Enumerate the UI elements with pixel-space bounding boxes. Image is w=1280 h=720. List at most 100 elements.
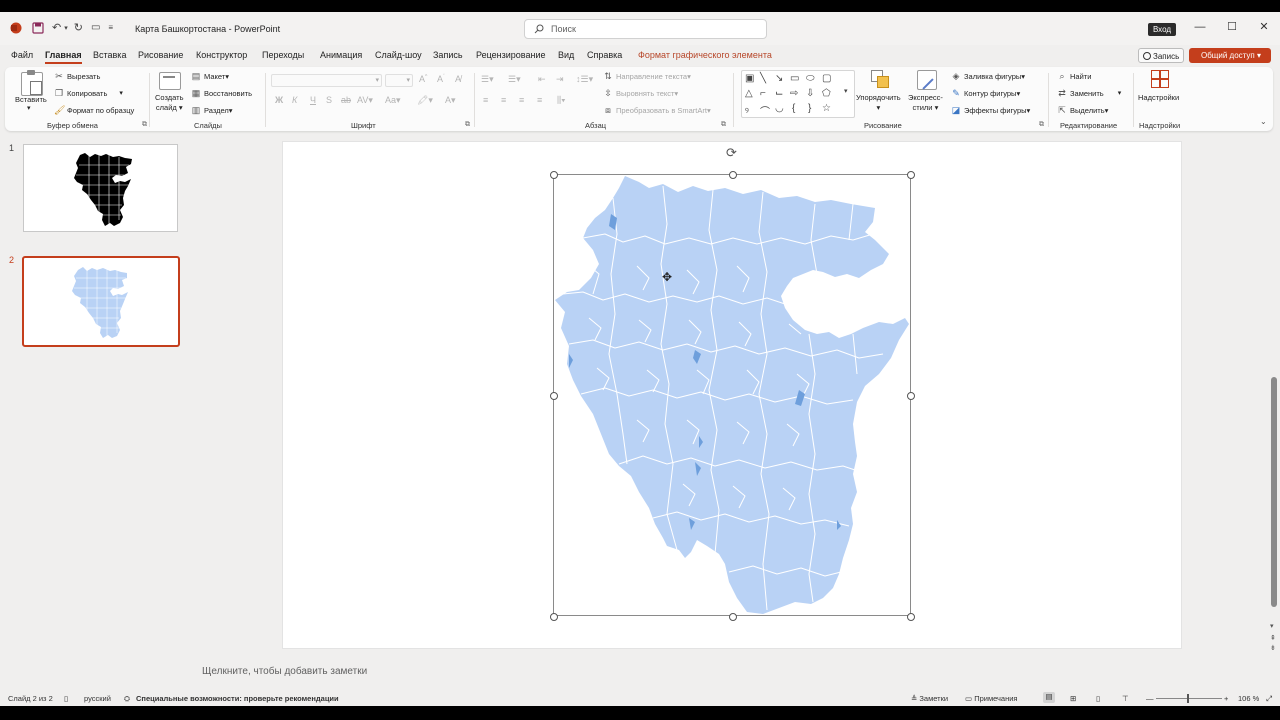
- increase-font-icon[interactable]: A^: [419, 74, 427, 84]
- layout-button[interactable]: ▤ Макет ▾: [191, 71, 229, 81]
- shape-fill-button[interactable]: ◈ Заливка фигуры ▾: [951, 71, 1026, 81]
- notes-toggle[interactable]: ≜ Заметки: [911, 694, 948, 703]
- clipboard-launcher-icon[interactable]: ⧉: [142, 121, 147, 129]
- share-button[interactable]: Общий доступ ▾: [1189, 48, 1271, 63]
- text-direction-button[interactable]: ⇅ Направление текста ▾: [603, 71, 691, 81]
- clear-formatting-icon[interactable]: A̸: [455, 74, 461, 84]
- right-brace-shape-icon[interactable]: }: [808, 103, 811, 114]
- addins-icon[interactable]: [1151, 70, 1169, 88]
- vertical-scrollbar[interactable]: ▾ ⇞ ⇟: [1269, 132, 1280, 652]
- align-center-icon[interactable]: ≡: [501, 95, 506, 105]
- new-slide-button[interactable]: Создать слайд ▾: [155, 93, 184, 113]
- presentation-icon[interactable]: ▭: [91, 22, 100, 33]
- resize-handle-bottom-left[interactable]: [550, 613, 558, 621]
- more-shapes-icon[interactable]: ▾: [844, 87, 848, 95]
- font-name-box[interactable]: ▾: [271, 74, 382, 87]
- resize-handle-bottom[interactable]: [729, 613, 737, 621]
- tab-home[interactable]: Главная: [45, 50, 82, 64]
- arrange-button[interactable]: Упорядочить ▾: [856, 93, 901, 113]
- zoom-slider-thumb[interactable]: [1187, 694, 1189, 703]
- justify-icon[interactable]: ≡: [537, 95, 542, 105]
- cut-button[interactable]: ✂ Вырезать: [54, 71, 100, 81]
- tab-file[interactable]: Файл: [11, 50, 33, 60]
- sign-in-button[interactable]: Вход: [1148, 23, 1176, 36]
- resize-handle-top-left[interactable]: [550, 171, 558, 179]
- star-shape-icon[interactable]: ☆: [822, 103, 831, 114]
- scroll-down-icon[interactable]: ▾: [1270, 622, 1274, 630]
- font-name-dropdown-icon[interactable]: ▾: [375, 76, 379, 84]
- resize-handle-left[interactable]: [550, 392, 558, 400]
- resize-handle-right[interactable]: [907, 392, 915, 400]
- smartart-button[interactable]: ⧈ Преобразовать в SmartArt ▾: [603, 105, 711, 115]
- customize-qat-icon[interactable]: ≡: [108, 23, 113, 32]
- shape-effects-button[interactable]: ◪ Эффекты фигуры ▾: [951, 105, 1031, 115]
- columns-icon[interactable]: ⫼▾: [557, 95, 566, 106]
- replace-button[interactable]: ⇄ Заменить ▾: [1057, 88, 1121, 98]
- callout-shape-icon[interactable]: ⬠: [822, 88, 831, 99]
- tab-slideshow[interactable]: Слайд-шоу: [375, 50, 422, 60]
- spellcheck-icon[interactable]: ▯: [64, 694, 68, 703]
- record-button[interactable]: Запись: [1138, 48, 1184, 63]
- addins-button[interactable]: Надстройки: [1138, 93, 1179, 103]
- normal-view-icon[interactable]: ▤: [1043, 692, 1055, 703]
- slide-thumbnail-2[interactable]: [22, 256, 180, 347]
- left-brace-shape-icon[interactable]: {: [792, 103, 795, 114]
- undo-dropdown-icon[interactable]: ▾: [64, 24, 68, 32]
- tab-view[interactable]: Вид: [558, 50, 574, 60]
- down-arrow-shape-icon[interactable]: ⇩: [806, 88, 814, 99]
- next-slide-icon[interactable]: ⇟: [1270, 644, 1276, 652]
- underline-icon[interactable]: Ч: [310, 95, 316, 105]
- rotate-handle-icon[interactable]: ⟳: [726, 145, 737, 161]
- textbox-shape-icon[interactable]: ▣: [745, 73, 754, 84]
- shapes-gallery[interactable]: ▣ ╲ ↘ ▭ ⬭ ▢ △ ⌐ ⌙ ⇨ ⇩ ⬠ ꝰ ⌒ ◡ { } ☆ ▾: [741, 70, 855, 118]
- drawing-launcher-icon[interactable]: ⧉: [1039, 121, 1044, 129]
- reset-button[interactable]: ▦ Восстановить: [191, 88, 252, 98]
- decrease-indent-icon[interactable]: ⇤: [538, 74, 546, 85]
- paste-dropdown-icon[interactable]: ▾: [27, 104, 31, 114]
- rounded-rect-shape-icon[interactable]: ▢: [822, 73, 831, 84]
- tab-graphics-format[interactable]: Формат графического элемента: [638, 50, 772, 60]
- rectangle-shape-icon[interactable]: ▭: [790, 73, 799, 84]
- increase-indent-icon[interactable]: ⇥: [556, 74, 564, 85]
- resize-handle-top-right[interactable]: [907, 171, 915, 179]
- notes-pane[interactable]: Щелкните, чтобы добавить заметки: [194, 660, 1269, 690]
- reading-view-icon[interactable]: ▯: [1096, 694, 1100, 703]
- paste-icon[interactable]: [21, 70, 43, 96]
- bold-icon[interactable]: Ж: [275, 95, 283, 105]
- character-spacing-icon[interactable]: AV▾: [357, 95, 373, 106]
- section-button[interactable]: ▥ Раздел ▾: [191, 105, 233, 115]
- zoom-out-icon[interactable]: —: [1146, 694, 1154, 703]
- tab-review[interactable]: Рецензирование: [476, 50, 546, 60]
- paragraph-launcher-icon[interactable]: ⧉: [721, 121, 726, 129]
- tab-help[interactable]: Справка: [587, 50, 622, 60]
- highlight-icon[interactable]: 🖍▾: [417, 95, 433, 106]
- fit-to-window-icon[interactable]: ⤢: [1266, 694, 1272, 704]
- slide-sorter-icon[interactable]: ⊞: [1070, 694, 1076, 703]
- select-button[interactable]: ⇱ Выделить ▾: [1057, 105, 1108, 115]
- change-case-icon[interactable]: Aa▾: [385, 95, 401, 106]
- search-box[interactable]: Поиск: [524, 19, 767, 39]
- arrow-line-shape-icon[interactable]: ↘: [775, 73, 783, 84]
- strikethrough-icon[interactable]: ab: [341, 95, 351, 105]
- copy-dropdown-icon[interactable]: ▾: [119, 89, 123, 97]
- redo-icon[interactable]: ↻: [74, 21, 83, 34]
- font-launcher-icon[interactable]: ⧉: [465, 121, 470, 129]
- comments-toggle[interactable]: ▭ Примечания: [965, 694, 1018, 703]
- scrollbar-thumb[interactable]: [1271, 377, 1277, 607]
- resize-handle-bottom-right[interactable]: [907, 613, 915, 621]
- oval-shape-icon[interactable]: ⬭: [806, 73, 815, 84]
- tab-insert[interactable]: Вставка: [93, 50, 126, 60]
- freeform-shape-icon[interactable]: ꝰ: [745, 103, 749, 117]
- save-icon[interactable]: [32, 21, 44, 34]
- tab-transitions[interactable]: Переходы: [262, 50, 304, 60]
- font-size-box[interactable]: ▾: [385, 74, 413, 87]
- zoom-level[interactable]: 106 %: [1238, 694, 1259, 703]
- shadow-icon[interactable]: S: [326, 95, 332, 105]
- find-button[interactable]: ⌕ Найти: [1057, 71, 1091, 81]
- line-shape-icon[interactable]: ╲: [760, 73, 766, 84]
- tab-draw[interactable]: Рисование: [138, 50, 183, 60]
- align-right-icon[interactable]: ≡: [519, 95, 524, 105]
- triangle-shape-icon[interactable]: △: [745, 88, 753, 99]
- minimize-button[interactable]: —: [1193, 20, 1207, 34]
- align-text-button[interactable]: ⇳ Выровнять текст ▾: [603, 88, 678, 98]
